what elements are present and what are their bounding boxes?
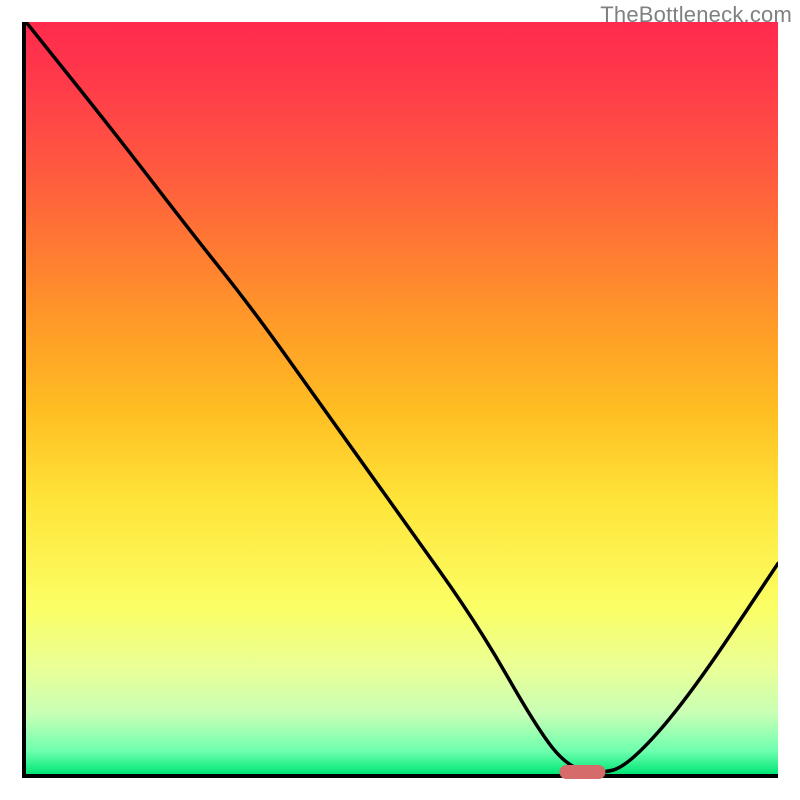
curve-svg [26, 22, 778, 774]
plot-area [22, 22, 778, 778]
chart-container: TheBottleneck.com [0, 0, 800, 800]
optimal-range-marker [560, 765, 605, 779]
bottleneck-curve [26, 22, 778, 772]
